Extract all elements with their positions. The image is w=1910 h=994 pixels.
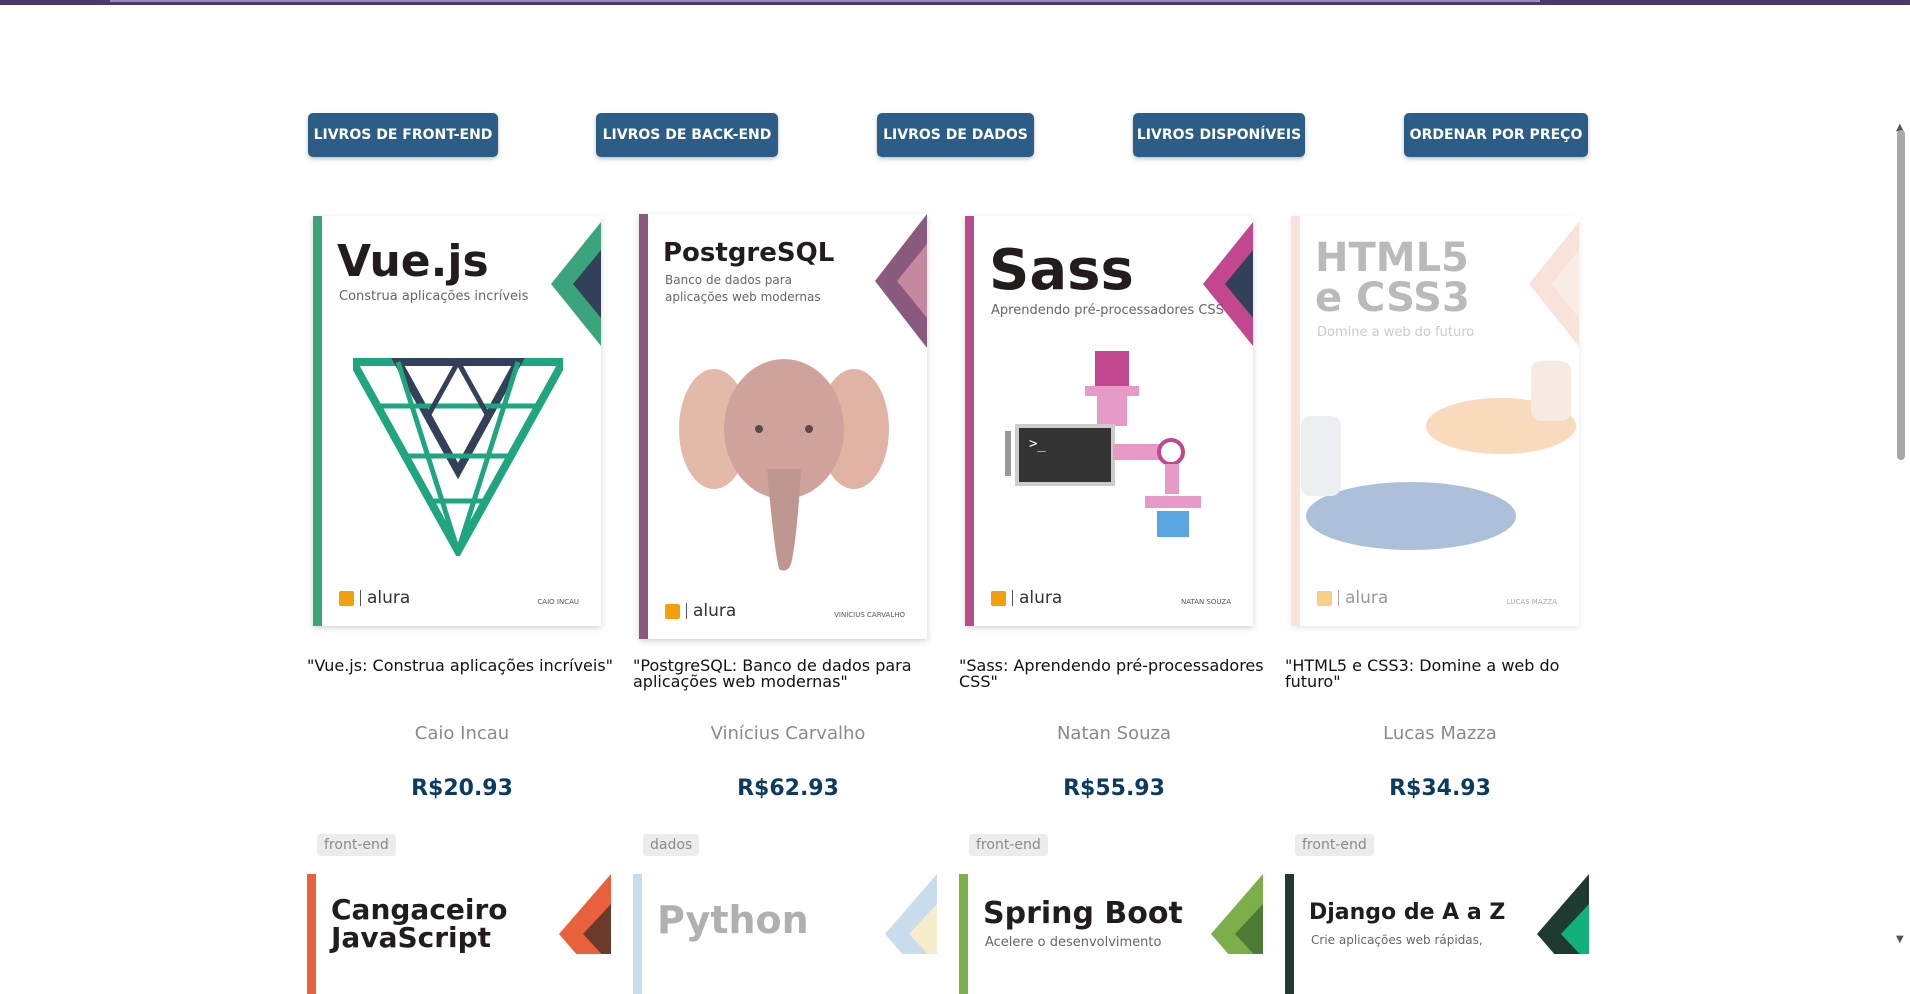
publisher-logo-icon: [665, 603, 680, 619]
cover-spine: [307, 874, 316, 994]
cover-title: Vue.js: [337, 236, 489, 287]
book-card[interactable]: HTML5 e CSS3 Domine a web do futuro alur…: [1285, 216, 1595, 806]
scrollbar-thumb[interactable]: [1897, 130, 1905, 460]
cover-title: Spring Boot: [983, 896, 1183, 931]
book-card[interactable]: Vue.js Construa aplicações incríveis alu…: [307, 216, 617, 806]
filter-back-end-button[interactable]: LIVROS DE BACK-END: [596, 113, 778, 157]
publisher-logo-icon: [339, 590, 354, 606]
scroll-down-arrow-icon[interactable]: ▼: [1896, 934, 1904, 945]
cover-corner-icon: [885, 874, 937, 954]
publisher-name: alura: [1019, 588, 1063, 608]
cover-publisher: alura: [1317, 588, 1388, 608]
publisher-name: alura: [693, 601, 737, 621]
book-title: "HTML5 e CSS3: Domine a web do futuro": [1285, 656, 1560, 691]
publisher-separator: [1338, 590, 1339, 606]
publisher-logo-icon: [991, 590, 1006, 606]
publisher-separator: [360, 590, 361, 606]
book-card[interactable]: PostgreSQL Banco de dados para aplicaçõe…: [633, 214, 943, 806]
publisher-name: alura: [1345, 588, 1389, 608]
cover-subtitle: Acelere o desenvolvimento: [985, 935, 1162, 950]
filter-dados-button[interactable]: LIVROS DE DADOS: [877, 113, 1034, 157]
cover-corner-icon: [1211, 874, 1263, 954]
cover-title: Python: [657, 898, 809, 942]
book-card[interactable]: Sass Aprendendo pré-processadores CSS >_…: [959, 216, 1269, 806]
cover-subtitle: Domine a web do futuro: [1317, 325, 1475, 340]
book-author: Caio Incau: [414, 723, 510, 744]
cover-corner-icon: [1537, 874, 1589, 954]
cover-spine: [639, 214, 648, 639]
publisher-separator: [1012, 590, 1013, 606]
cover-title: Django de A a Z: [1309, 900, 1506, 925]
category-tag: dados: [643, 834, 700, 856]
sort-by-price-button[interactable]: ORDENAR POR PREÇO: [1404, 113, 1588, 157]
book-title: "Sass: Aprendendo pré-processadores CSS": [959, 656, 1264, 691]
book-cover[interactable]: Cangaceiro JavaScript: [307, 874, 611, 994]
cover-corner-icon: [559, 874, 611, 954]
cover-author: LUCAS MAZZA: [1506, 598, 1557, 606]
top-bar: [0, 0, 1910, 5]
book-author: Natan Souza: [1056, 723, 1172, 744]
cover-corner-icon: [1203, 222, 1253, 346]
publisher-name: alura: [367, 588, 411, 608]
cover-subtitle: Crie aplicações web rápidas,: [1311, 933, 1483, 947]
book-card[interactable]: front-end Cangaceiro JavaScript: [307, 834, 617, 994]
cover-spine: [1291, 216, 1300, 626]
cover-spine: [959, 874, 968, 994]
filter-disponiveis-button[interactable]: LIVROS DISPONÍVEIS: [1133, 113, 1305, 157]
book-title: "PostgreSQL: Banco de dados para aplicaç…: [633, 656, 912, 691]
cover-author: NATAN SOUZA: [1180, 598, 1231, 606]
cover-title: HTML5 e CSS3: [1315, 235, 1470, 321]
vertical-scrollbar[interactable]: ▲ ▼: [1892, 122, 1910, 956]
book-card[interactable]: front-end Spring Boot Acelere o desenvol…: [959, 834, 1269, 994]
category-tag: front-end: [317, 834, 396, 856]
book-card[interactable]: dados Python: [633, 834, 943, 994]
cover-subtitle: Banco de dados para aplicações web moder…: [665, 273, 821, 304]
book-cover[interactable]: Spring Boot Acelere o desenvolvimento: [959, 874, 1263, 994]
cover-spine: [633, 874, 642, 994]
cover-spine: [1285, 874, 1294, 994]
book-title: "Vue.js: Construa aplicações incríveis": [307, 656, 614, 675]
cover-spine: [313, 216, 322, 626]
cover-title: PostgreSQL: [663, 238, 835, 268]
publisher-separator: [686, 603, 687, 619]
filter-front-end-button[interactable]: LIVROS DE FRONT-END: [308, 113, 498, 157]
book-price: R$20.93: [411, 776, 513, 801]
book-cover[interactable]: Sass Aprendendo pré-processadores CSS >_…: [965, 216, 1253, 626]
category-tag: front-end: [1295, 834, 1374, 856]
book-price: R$62.93: [737, 776, 839, 801]
paint-splash-illustration-icon: [1301, 361, 1576, 550]
cover-corner-icon: [551, 222, 601, 346]
book-author: Vinícius Carvalho: [710, 723, 866, 744]
filter-bar: LIVROS DE FRONT-END LIVROS DE BACK-END L…: [0, 113, 1910, 157]
sass-pipeline-illustration-icon: >_: [1005, 351, 1201, 537]
book-cover[interactable]: PostgreSQL Banco de dados para aplicaçõe…: [639, 214, 927, 639]
vue-logo-icon: [353, 358, 563, 556]
cover-subtitle: Aprendendo pré-processadores CSS: [991, 303, 1224, 318]
cover-publisher: alura: [991, 588, 1062, 608]
cover-subtitle: Construa aplicações incríveis: [339, 289, 529, 304]
book-cover[interactable]: HTML5 e CSS3 Domine a web do futuro alur…: [1291, 216, 1579, 626]
cover-author: CAIO INCAU: [537, 598, 579, 606]
book-author: Lucas Mazza: [1383, 723, 1497, 744]
cover-publisher: alura: [665, 601, 736, 621]
cover-title: Cangaceiro JavaScript: [331, 893, 508, 954]
cover-publisher: alura: [339, 588, 410, 608]
cover-author: VINÍCIUS CARVALHO: [834, 611, 905, 619]
book-cover[interactable]: Python: [633, 874, 937, 994]
svg-text:>_: >_: [1029, 436, 1046, 452]
book-cover[interactable]: Vue.js Construa aplicações incríveis alu…: [313, 216, 601, 626]
cover-spine: [965, 216, 974, 626]
cover-corner-icon: [1529, 222, 1579, 346]
book-price: R$55.93: [1063, 776, 1165, 801]
cover-corner-icon: [875, 214, 927, 348]
cover-title: Sass: [989, 238, 1134, 303]
book-cover[interactable]: Django de A a Z Crie aplicações web rápi…: [1285, 874, 1589, 994]
category-tag: front-end: [969, 834, 1048, 856]
top-bar-highlight: [110, 0, 1540, 2]
book-price: R$34.93: [1389, 776, 1491, 801]
elephant-illustration-icon: [679, 359, 889, 571]
book-card[interactable]: front-end Django de A a Z Crie aplicaçõe…: [1285, 834, 1595, 994]
publisher-logo-icon: [1317, 590, 1332, 606]
